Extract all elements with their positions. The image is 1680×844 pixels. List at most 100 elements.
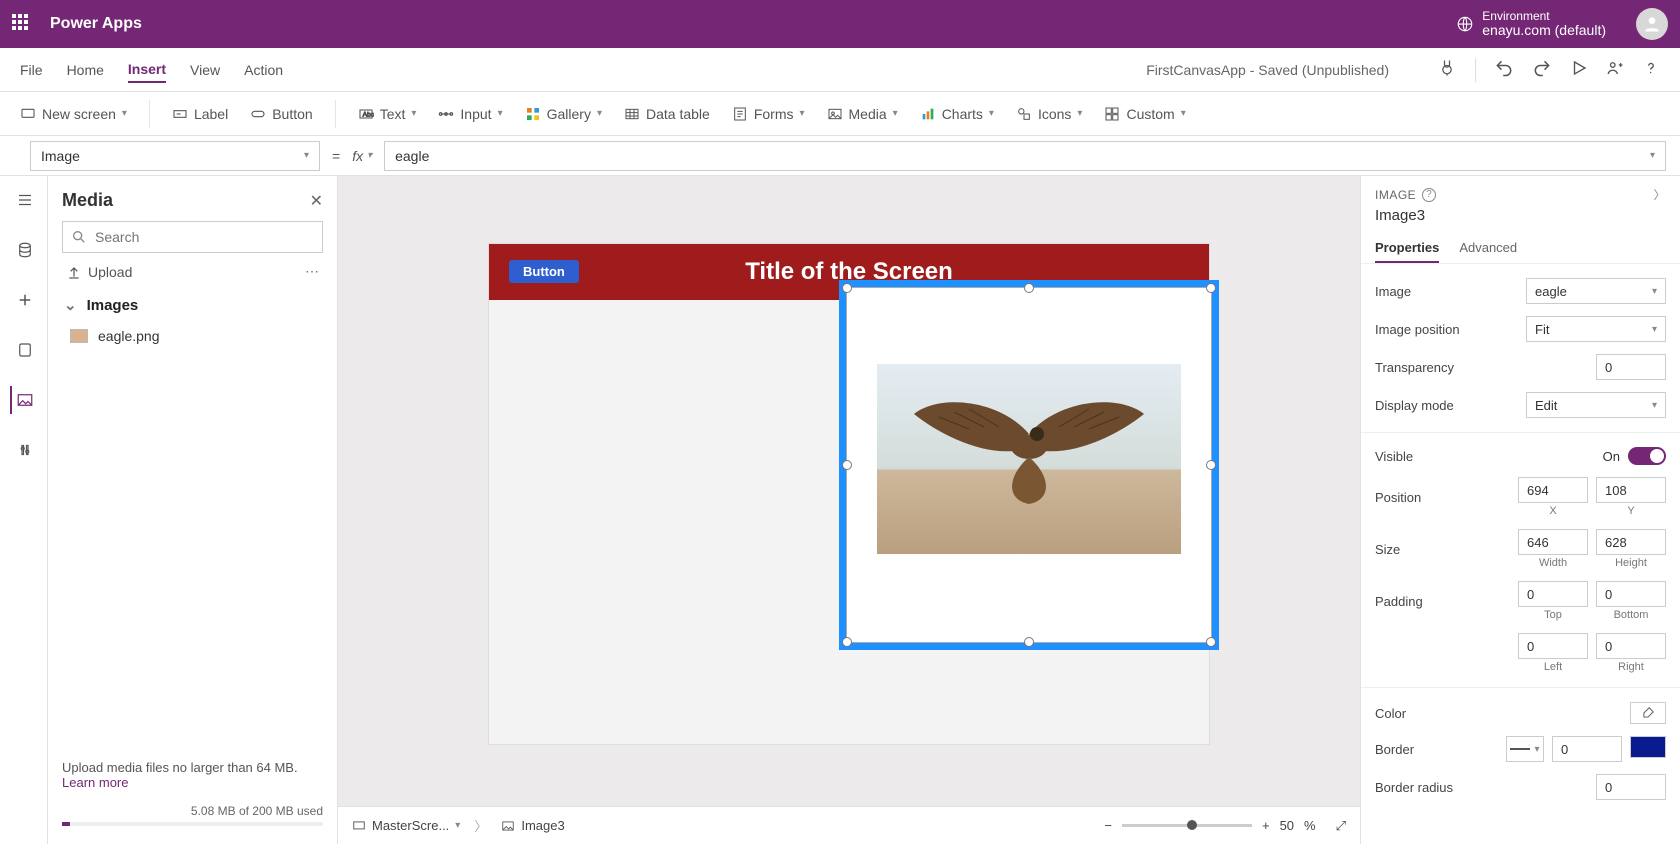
shapes-icon bbox=[1016, 106, 1032, 122]
zoom-out-button[interactable]: − bbox=[1104, 818, 1112, 833]
media-panel-title: Media bbox=[62, 190, 113, 211]
left-rail bbox=[0, 176, 48, 844]
media-rail-icon[interactable] bbox=[10, 386, 38, 414]
upload-note: Upload media files no larger than 64 MB. bbox=[62, 760, 323, 775]
formula-expand-icon[interactable]: ▾ bbox=[1650, 150, 1655, 161]
height-input[interactable]: 628 bbox=[1596, 529, 1666, 555]
input-dropdown[interactable]: Input▾ bbox=[438, 106, 502, 122]
chevron-down-icon[interactable]: ⌄ bbox=[64, 296, 77, 314]
resize-handle[interactable] bbox=[1206, 283, 1216, 293]
prop-padding-label: Padding bbox=[1375, 594, 1423, 609]
tab-advanced[interactable]: Advanced bbox=[1459, 234, 1517, 263]
database-icon[interactable] bbox=[10, 336, 38, 364]
redo-icon[interactable] bbox=[1532, 58, 1552, 81]
media-search[interactable] bbox=[62, 221, 323, 253]
resize-handle[interactable] bbox=[1024, 283, 1034, 293]
app-header: Power Apps Environment enayu.com (defaul… bbox=[0, 0, 1680, 48]
image-icon bbox=[501, 819, 515, 833]
padding-right-input[interactable]: 0 bbox=[1596, 633, 1666, 659]
more-icon[interactable]: ⋯ bbox=[305, 263, 319, 280]
user-avatar[interactable] bbox=[1636, 8, 1668, 40]
prop-image-position-select[interactable]: Fit▾ bbox=[1526, 316, 1666, 342]
border-width-input[interactable]: 0 bbox=[1552, 736, 1622, 762]
border-radius-input[interactable]: 0 bbox=[1596, 774, 1666, 800]
icons-dropdown[interactable]: Icons▾ bbox=[1016, 106, 1083, 122]
screen-preview[interactable]: Button Title of the Screen bbox=[489, 244, 1209, 744]
learn-more-link[interactable]: Learn more bbox=[62, 775, 128, 790]
position-x-input[interactable]: 694 bbox=[1518, 477, 1588, 503]
prop-display-mode-select[interactable]: Edit▾ bbox=[1526, 392, 1666, 418]
environment-selector[interactable]: Environment enayu.com (default) bbox=[1456, 10, 1606, 39]
menu-action[interactable]: Action bbox=[244, 58, 283, 82]
selected-image-control[interactable] bbox=[839, 280, 1219, 650]
visible-toggle[interactable] bbox=[1628, 447, 1666, 465]
document-status: FirstCanvasApp - Saved (Unpublished) bbox=[1146, 62, 1389, 78]
media-dropdown[interactable]: Media▾ bbox=[827, 106, 898, 122]
new-screen-button[interactable]: New screen▾ bbox=[20, 106, 127, 122]
text-dropdown[interactable]: Abc Text▾ bbox=[358, 106, 417, 122]
media-panel: Media ✕ Upload ⋯ ⌄ Images eagle.png Uplo… bbox=[48, 176, 338, 844]
zoom-slider[interactable] bbox=[1122, 824, 1252, 827]
tab-properties[interactable]: Properties bbox=[1375, 234, 1439, 263]
help-icon[interactable] bbox=[1642, 59, 1660, 80]
app-checker-icon[interactable] bbox=[1437, 58, 1457, 81]
resize-handle[interactable] bbox=[1024, 637, 1034, 647]
fit-screen-icon[interactable]: ⤢ bbox=[1336, 818, 1346, 834]
padding-top-input[interactable]: 0 bbox=[1518, 581, 1588, 607]
formula-input[interactable]: eagle ▾ bbox=[384, 141, 1666, 171]
data-icon[interactable] bbox=[10, 236, 38, 264]
menu-file[interactable]: File bbox=[20, 58, 43, 82]
form-icon bbox=[732, 106, 748, 122]
app-launcher-icon[interactable] bbox=[12, 14, 32, 34]
custom-dropdown[interactable]: Custom▾ bbox=[1104, 106, 1185, 122]
border-style-select[interactable]: ▾ bbox=[1506, 736, 1544, 762]
share-icon[interactable] bbox=[1606, 59, 1624, 80]
globe-icon bbox=[1456, 15, 1474, 33]
media-item[interactable]: eagle.png bbox=[62, 320, 323, 352]
label-button[interactable]: Label bbox=[172, 106, 228, 122]
resize-handle[interactable] bbox=[842, 637, 852, 647]
zoom-in-button[interactable]: + bbox=[1262, 818, 1270, 833]
padding-left-input[interactable]: 0 bbox=[1518, 633, 1588, 659]
resize-handle[interactable] bbox=[842, 460, 852, 470]
env-label: Environment bbox=[1482, 10, 1606, 23]
input-icon bbox=[438, 106, 454, 122]
settings-rail-icon[interactable] bbox=[10, 436, 38, 464]
menu-home[interactable]: Home bbox=[67, 58, 104, 82]
preview-icon[interactable] bbox=[1570, 59, 1588, 80]
canvas-button[interactable]: Button bbox=[509, 260, 579, 283]
add-icon[interactable] bbox=[10, 286, 38, 314]
width-input[interactable]: 646 bbox=[1518, 529, 1588, 555]
gallery-dropdown[interactable]: Gallery▾ bbox=[525, 106, 602, 122]
button-control[interactable]: Button bbox=[250, 106, 312, 122]
fx-icon[interactable]: fx▾ bbox=[352, 148, 372, 164]
resize-handle[interactable] bbox=[842, 283, 852, 293]
table-icon bbox=[624, 106, 640, 122]
prop-transparency-input[interactable]: 0 bbox=[1596, 354, 1666, 380]
help-icon[interactable]: ? bbox=[1422, 188, 1436, 202]
label-icon bbox=[172, 106, 188, 122]
undo-icon[interactable] bbox=[1494, 58, 1514, 81]
storage-bar bbox=[62, 822, 323, 826]
position-y-input[interactable]: 108 bbox=[1596, 477, 1666, 503]
border-color-picker[interactable] bbox=[1630, 736, 1666, 758]
search-input[interactable] bbox=[95, 229, 314, 245]
breadcrumb-image[interactable]: Image3 bbox=[501, 818, 564, 833]
menu-view[interactable]: View bbox=[190, 58, 220, 82]
upload-button[interactable]: Upload bbox=[66, 264, 132, 280]
color-picker[interactable] bbox=[1630, 702, 1666, 724]
resize-handle[interactable] bbox=[1206, 460, 1216, 470]
padding-bottom-input[interactable]: 0 bbox=[1596, 581, 1666, 607]
prop-image-select[interactable]: eagle▾ bbox=[1526, 278, 1666, 304]
data-table-button[interactable]: Data table bbox=[624, 106, 710, 122]
menu-insert[interactable]: Insert bbox=[128, 57, 166, 83]
tree-view-icon[interactable] bbox=[10, 186, 38, 214]
prop-image-position-label: Image position bbox=[1375, 322, 1460, 337]
forms-dropdown[interactable]: Forms▾ bbox=[732, 106, 805, 122]
charts-dropdown[interactable]: Charts▾ bbox=[920, 106, 994, 122]
breadcrumb-screen[interactable]: MasterScre... ▾ bbox=[352, 818, 460, 833]
property-selector[interactable]: Image ▾ bbox=[30, 141, 320, 171]
resize-handle[interactable] bbox=[1206, 637, 1216, 647]
chevron-right-icon[interactable]: 〉 bbox=[1653, 186, 1666, 203]
close-icon[interactable]: ✕ bbox=[310, 191, 323, 211]
